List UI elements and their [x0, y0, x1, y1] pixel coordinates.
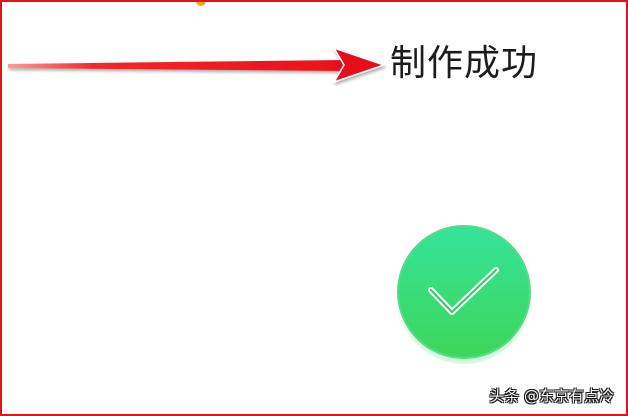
success-label: 制作成功 [390, 43, 539, 84]
watermark-text: 头条 @东京有点冷 [489, 387, 614, 405]
accent-dot [196, 2, 206, 6]
red-arrow-icon [8, 47, 385, 83]
success-check-badge [396, 225, 532, 364]
screenshot-frame: 制作成功 头条 @东京有点冷 [0, 0, 628, 416]
